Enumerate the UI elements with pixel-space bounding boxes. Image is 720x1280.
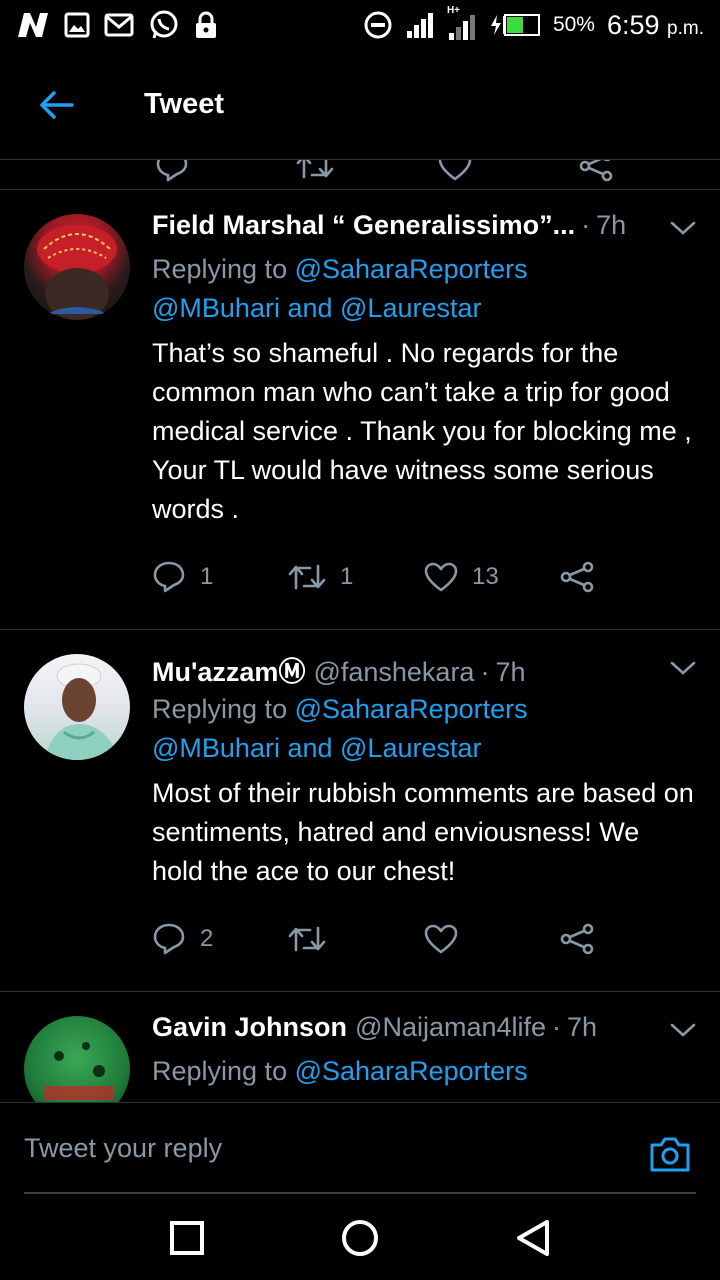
back-arrow-icon <box>40 90 74 119</box>
tweet-item[interactable]: Gavin Johnson @Naijaman4life · 7h Replyi… <box>0 992 720 1102</box>
news-app-icon <box>16 11 50 39</box>
signal-icon <box>405 11 435 39</box>
reply-input[interactable] <box>24 1133 584 1164</box>
page-title: Tweet <box>144 88 225 120</box>
avatar[interactable] <box>24 214 130 320</box>
square-icon <box>169 1221 204 1255</box>
gmail-icon <box>104 13 134 37</box>
chevron-down-icon <box>670 1023 696 1037</box>
retweet-icon <box>296 160 334 178</box>
replying-to: Replying to @SaharaReporters @MBuhari an… <box>152 694 528 763</box>
share-icon <box>560 923 594 955</box>
tweet-header: Field Marshal “ Generalissimo”... · 7h <box>152 210 696 250</box>
like-button[interactable]: 13 <box>424 562 560 592</box>
tweet-text: That’s so shameful . No regards for the … <box>152 338 692 524</box>
camera-icon <box>650 1137 690 1172</box>
avatar[interactable] <box>24 654 130 760</box>
chevron-down-icon <box>670 221 696 235</box>
display-name[interactable]: Mu'azzamⓂ <box>152 650 305 689</box>
chevron-down-icon <box>670 661 696 675</box>
retweet-icon <box>288 926 326 952</box>
mention-link[interactable]: @SaharaReporters <box>295 694 528 724</box>
like-button[interactable] <box>424 924 560 954</box>
avatar[interactable] <box>24 1016 130 1102</box>
tweet-time[interactable]: 7h <box>495 657 525 688</box>
retweet-button[interactable] <box>296 160 437 181</box>
do-not-disturb-icon <box>363 10 393 40</box>
reply-input-underline <box>24 1192 696 1194</box>
home-button[interactable] <box>330 1208 390 1268</box>
reply-icon <box>153 561 185 593</box>
reply-button[interactable]: 1 <box>152 560 288 594</box>
share-button[interactable] <box>579 160 720 182</box>
user-handle[interactable]: @fanshekara <box>313 657 474 688</box>
reply-icon <box>153 923 185 955</box>
heart-icon <box>438 160 471 180</box>
battery-percent: 50% <box>552 13 595 36</box>
signal-hplus-icon: H+ <box>447 5 477 41</box>
share-icon <box>579 160 613 181</box>
tweet-menu-button[interactable] <box>670 220 696 241</box>
retweet-count: 1 <box>340 563 354 590</box>
previous-tweet-actions <box>0 160 720 190</box>
user-handle[interactable]: @Naijaman4life <box>355 1012 546 1043</box>
tweet-item[interactable]: Field Marshal “ Generalissimo”... · 7h R… <box>0 190 720 630</box>
replying-to: Replying to @SaharaReporters @MBuhari an… <box>152 254 528 323</box>
circle-icon <box>341 1220 378 1256</box>
tweet-menu-button[interactable] <box>670 660 696 681</box>
status-bar: H+ 50% 6:59 p.m. <box>0 0 720 50</box>
gallery-icon <box>64 12 90 38</box>
clock: 6:59 p.m. <box>606 9 704 40</box>
tweet-header: Gavin Johnson @Naijaman4life · 7h <box>152 1012 696 1052</box>
display-name[interactable]: Gavin Johnson <box>152 1012 347 1043</box>
tweet-text: Most of their rubbish comments are based… <box>152 778 694 886</box>
mention-link[interactable]: @Laurestar <box>340 733 481 763</box>
separator-dot: · <box>552 1012 562 1042</box>
mention-link[interactable]: @Laurestar <box>340 293 481 323</box>
retweet-button[interactable] <box>288 924 424 954</box>
reply-count: 2 <box>200 925 214 952</box>
mention-link[interactable]: @SaharaReporters <box>295 1056 528 1086</box>
separator-dot: · <box>480 657 490 687</box>
heart-icon <box>424 924 458 954</box>
recents-button[interactable] <box>157 1208 217 1268</box>
reply-count: 1 <box>200 563 214 590</box>
tweet-actions: 2 <box>152 911 696 991</box>
reply-button[interactable]: 2 <box>152 922 288 956</box>
tweet-time[interactable]: 7h <box>596 210 626 241</box>
app-header: Tweet <box>0 50 720 160</box>
like-button[interactable] <box>438 160 579 181</box>
retweet-icon <box>288 564 326 590</box>
camera-button[interactable] <box>648 1135 692 1178</box>
reply-button[interactable] <box>155 160 296 183</box>
separator-dot: · <box>581 210 591 240</box>
reply-composer <box>0 1102 720 1194</box>
triangle-back-icon <box>517 1220 550 1256</box>
share-button[interactable] <box>560 923 696 955</box>
like-count: 13 <box>472 563 499 590</box>
share-button[interactable] <box>560 561 696 593</box>
lock-icon <box>194 10 218 40</box>
replying-to: Replying to @SaharaReporters <box>152 1056 528 1086</box>
tweet-time[interactable]: 7h <box>567 1012 597 1043</box>
mention-link[interactable]: @SaharaReporters <box>295 254 528 284</box>
system-back-button[interactable] <box>503 1208 563 1268</box>
heart-icon <box>424 562 458 592</box>
tweet-header: Mu'azzamⓂ @fanshekara · 7h <box>152 650 696 690</box>
tweet-menu-button[interactable] <box>670 1022 696 1043</box>
reply-timeline[interactable]: Field Marshal “ Generalissimo”... · 7h R… <box>0 160 720 1102</box>
system-nav-bar <box>0 1196 720 1280</box>
battery-icon <box>489 13 541 37</box>
tweet-actions: 1 1 13 <box>152 549 696 629</box>
tweet-item[interactable]: Mu'azzamⓂ @fanshekara · 7h Replying to @… <box>0 630 720 992</box>
display-name[interactable]: Field Marshal “ Generalissimo”... <box>152 210 575 241</box>
reply-icon <box>156 160 188 181</box>
whatsapp-icon <box>148 9 180 41</box>
retweet-button[interactable]: 1 <box>288 562 424 592</box>
mention-link[interactable]: @MBuhari <box>152 733 280 763</box>
mention-link[interactable]: @MBuhari <box>152 293 280 323</box>
back-button[interactable] <box>28 77 84 133</box>
share-icon <box>560 561 594 593</box>
